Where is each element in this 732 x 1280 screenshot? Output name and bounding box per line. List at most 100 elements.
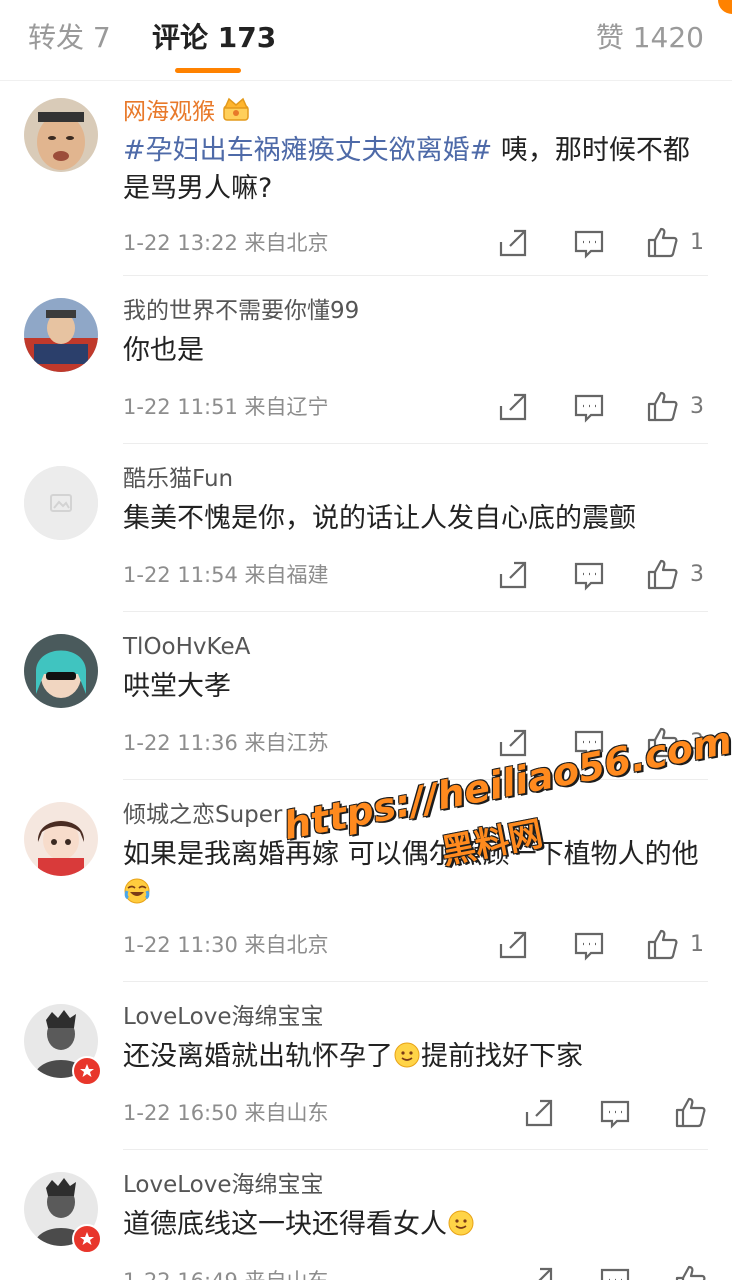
comment-time: 1-22 11:54	[123, 563, 238, 587]
comment-item: 倾城之恋Super 如果是我离婚再嫁 可以偶尔照顾一下植物人的他 1-22 11…	[0, 780, 732, 982]
username[interactable]: 倾城之恋Super	[123, 800, 282, 830]
comment-text: 道德底线这一块还得看女人	[123, 1206, 713, 1248]
comment-text: 还没离婚就出轨怀孕了 提前找好下家	[123, 1038, 713, 1080]
username[interactable]: 网海观猴	[123, 96, 251, 130]
tab-bar: 转发 7 评论 173 赞 1420	[0, 0, 732, 81]
comment-time: 1-22 16:50	[123, 1101, 238, 1125]
comment-meta: 1-22 13:22 来自北京	[123, 228, 329, 258]
share-icon[interactable]	[522, 1096, 556, 1130]
tab-repost[interactable]: 转发 7	[28, 18, 111, 58]
like-icon[interactable]	[646, 928, 680, 962]
reply-icon[interactable]	[572, 928, 606, 962]
username[interactable]: LoveLove海绵宝宝	[123, 1002, 324, 1032]
comment-meta: 1-22 11:30 来自北京	[123, 930, 329, 960]
like-icon[interactable]	[646, 558, 680, 592]
comment-item: LoveLove海绵宝宝 道德底线这一块还得看女人 1-22 16:49 来自山…	[0, 1150, 732, 1280]
comment-screen: 转发 7 评论 173 赞 1420 网海观猴 #孕妇出车祸瘫痪丈夫欲离婚# 咦…	[0, 0, 732, 1280]
comment-text: 集美不愧是你，说的话让人发自心底的震颤	[123, 500, 713, 538]
comment-location: 来自江苏	[244, 731, 329, 755]
comment-text: 你也是	[123, 332, 713, 370]
comment-body-continued: 提前找好下家	[421, 1041, 583, 1072]
avatar[interactable]	[24, 466, 98, 540]
comment-actions	[522, 1264, 708, 1280]
comment-location: 来自山东	[244, 1101, 329, 1125]
reply-icon[interactable]	[572, 558, 606, 592]
comment-text: 如果是我离婚再嫁 可以偶尔照顾一下植物人的他	[123, 836, 703, 916]
comment-meta: 1-22 11:54 来自福建	[123, 560, 329, 590]
like-icon[interactable]	[646, 226, 680, 260]
like-count: 3	[690, 562, 704, 587]
reply-icon[interactable]	[572, 726, 606, 760]
share-icon[interactable]	[496, 726, 530, 760]
like-count: 1	[690, 932, 704, 957]
comment-item: LoveLove海绵宝宝 还没离婚就出轨怀孕了 提前找好下家 1-22 16:50…	[0, 982, 732, 1150]
share-icon[interactable]	[522, 1264, 556, 1280]
comment-body: 如果是我离婚再嫁 可以偶尔照顾一下植物人的他	[123, 839, 699, 870]
like-count: 1	[690, 230, 704, 255]
comment-actions: 1	[496, 928, 708, 962]
comment-time: 1-22 16:49	[123, 1269, 238, 1280]
comment-time: 1-22 13:22	[123, 231, 238, 255]
comment-actions: 3	[496, 726, 708, 760]
like-count: 3	[690, 394, 704, 419]
comment-actions	[522, 1096, 708, 1130]
laugh-cry-emoji-icon	[123, 877, 151, 916]
username-text[interactable]: 网海观猴	[123, 99, 215, 125]
share-icon[interactable]	[496, 226, 530, 260]
like-icon[interactable]	[674, 1264, 708, 1280]
avatar[interactable]	[24, 802, 98, 876]
comment-actions: 3	[496, 390, 708, 424]
comment-location: 来自北京	[244, 933, 329, 957]
reply-icon[interactable]	[572, 226, 606, 260]
username[interactable]: TlOoHvKeA	[123, 632, 250, 662]
comment-item: 网海观猴 #孕妇出车祸瘫痪丈夫欲离婚# 咦，那时候不都是骂男人嘛? 1-22 1…	[0, 80, 732, 276]
active-tab-indicator	[175, 68, 241, 73]
comment-list: 网海观猴 #孕妇出车祸瘫痪丈夫欲离婚# 咦，那时候不都是骂男人嘛? 1-22 1…	[0, 80, 732, 1280]
comment-meta: 1-22 11:51 来自辽宁	[123, 392, 329, 422]
vip-crown-icon	[221, 96, 251, 130]
tab-comments[interactable]: 评论 173	[152, 18, 276, 58]
comment-actions: 1	[496, 226, 708, 260]
comment-location: 来自山东	[245, 1269, 329, 1280]
comment-text: 哄堂大孝	[123, 668, 713, 706]
comment-location: 来自福建	[244, 563, 329, 587]
like-icon[interactable]	[646, 726, 680, 760]
share-icon[interactable]	[496, 390, 530, 424]
comment-actions: 3	[496, 558, 708, 592]
comment-time: 1-22 11:51	[123, 395, 238, 419]
smile-emoji-icon	[393, 1041, 421, 1080]
avatar[interactable]	[24, 298, 98, 372]
avatar[interactable]	[24, 634, 98, 708]
share-icon[interactable]	[496, 558, 530, 592]
comment-location: 来自辽宁	[244, 395, 329, 419]
username[interactable]: 我的世界不需要你懂99	[123, 296, 359, 326]
comment-meta: 1-22 16:49 来自山东	[123, 1266, 329, 1280]
username[interactable]: 酷乐猫Fun	[123, 464, 233, 494]
smile-emoji-icon	[447, 1209, 475, 1248]
username[interactable]: LoveLove海绵宝宝	[123, 1170, 324, 1200]
corner-accent	[718, 0, 732, 14]
reply-icon[interactable]	[598, 1096, 632, 1130]
comment-body: 你也是	[123, 335, 204, 366]
comment-location: 来自北京	[244, 231, 329, 255]
reply-icon[interactable]	[572, 390, 606, 424]
comment-body: 哄堂大孝	[123, 671, 231, 702]
share-icon[interactable]	[496, 928, 530, 962]
comment-body: 还没离婚就出轨怀孕了	[123, 1041, 393, 1072]
comment-item: 酷乐猫Fun 集美不愧是你，说的话让人发自心底的震颤 1-22 11:54 来自…	[0, 444, 732, 612]
verified-badge-icon	[72, 1056, 102, 1086]
like-icon[interactable]	[646, 390, 680, 424]
tab-likes[interactable]: 赞 1420	[596, 18, 704, 58]
avatar[interactable]	[24, 98, 98, 172]
reply-icon[interactable]	[598, 1264, 632, 1280]
comment-time: 1-22 11:36	[123, 731, 238, 755]
verified-badge-icon	[72, 1224, 102, 1254]
comment-body: 道德底线这一块还得看女人	[123, 1209, 447, 1240]
comment-item: 我的世界不需要你懂99 你也是 1-22 11:51 来自辽宁 3	[0, 276, 732, 444]
comment-meta: 1-22 16:50 来自山东	[123, 1098, 329, 1128]
comment-text: #孕妇出车祸瘫痪丈夫欲离婚# 咦，那时候不都是骂男人嘛?	[123, 132, 713, 208]
topic-hashtag[interactable]: #孕妇出车祸瘫痪丈夫欲离婚#	[123, 135, 492, 166]
like-icon[interactable]	[674, 1096, 708, 1130]
comment-body: 集美不愧是你，说的话让人发自心底的震颤	[123, 503, 636, 534]
like-count: 3	[690, 730, 704, 755]
